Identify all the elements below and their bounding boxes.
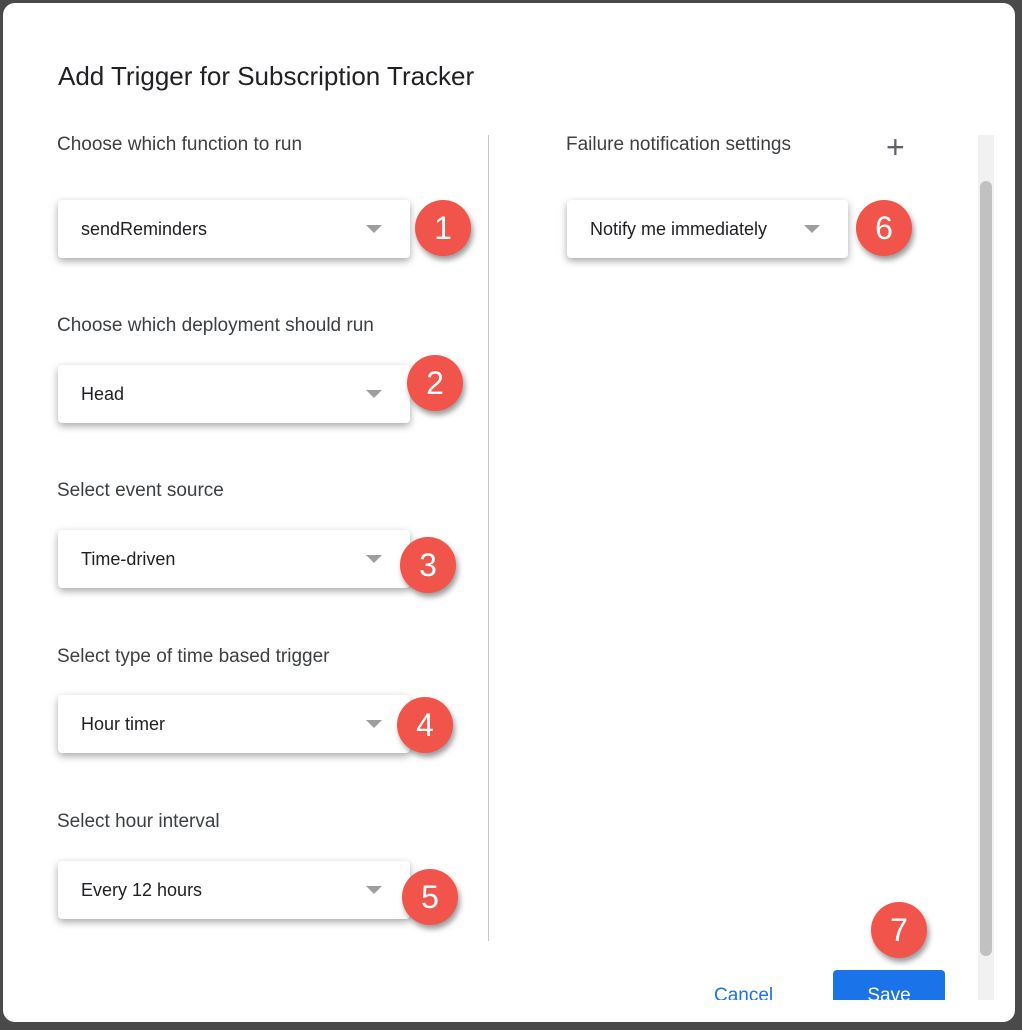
chevron-down-icon [366,225,382,233]
plus-icon[interactable]: + [886,131,905,163]
step-badge: 2 [407,355,463,411]
function-label: Choose which function to run [57,134,303,155]
failure-notification-select[interactable]: Notify me immediately [567,200,848,258]
trigger-type-value: Hour timer [81,713,166,734]
failure-notification-label: Failure notification settings [566,134,791,155]
deployment-label: Choose which deployment should run [57,315,374,336]
column-divider [488,135,489,941]
function-select[interactable]: sendReminders [58,200,410,258]
deployment-select[interactable]: Head [58,365,410,423]
function-value: sendReminders [81,218,208,239]
deployment-value: Head [81,383,125,404]
trigger-type-label: Select type of time based trigger [57,646,330,667]
step-badge: 5 [402,869,458,925]
hour-interval-label: Select hour interval [57,811,220,832]
save-button[interactable]: Save [833,970,945,1000]
scrollbar-thumb[interactable] [980,181,992,956]
chevron-down-icon [366,720,382,728]
chevron-down-icon [366,886,382,894]
chevron-down-icon [804,225,820,233]
step-badge: 7 [871,902,927,958]
hour-interval-select[interactable]: Every 12 hours [58,861,410,919]
trigger-type-select[interactable]: Hour timer [58,695,410,753]
step-badge: 4 [397,697,453,753]
hour-interval-value: Every 12 hours [81,879,203,900]
step-badge: 1 [415,200,471,256]
cancel-button[interactable]: Cancel [714,985,773,1000]
add-trigger-dialog: Add Trigger for Subscription Tracker Cho… [3,3,1015,1022]
chevron-down-icon [366,555,382,563]
event-source-label: Select event source [57,480,224,501]
step-badge: 3 [400,537,456,593]
failure-notification-value: Notify me immediately [590,218,768,239]
step-badge: 6 [856,200,912,256]
event-source-value: Time-driven [81,548,176,569]
chevron-down-icon [366,390,382,398]
event-source-select[interactable]: Time-driven [58,530,410,588]
